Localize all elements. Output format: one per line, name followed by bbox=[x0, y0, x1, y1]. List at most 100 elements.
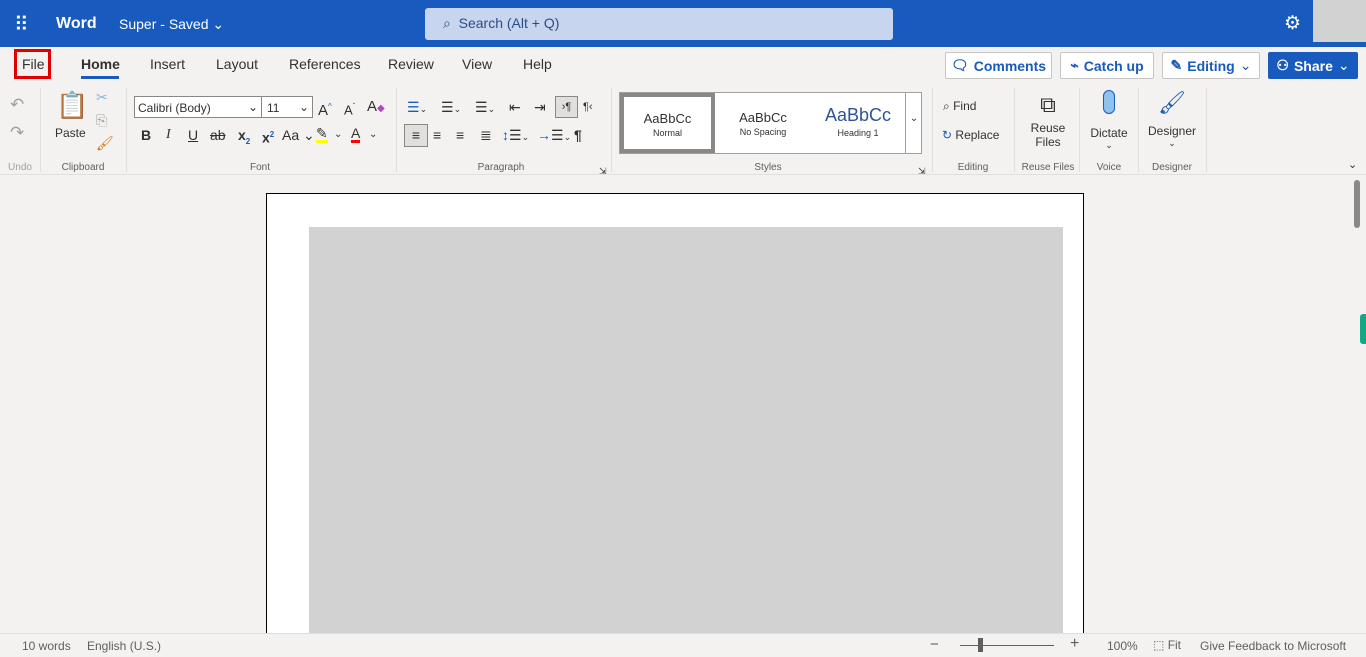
subscript-icon[interactable]: x2 bbox=[238, 126, 250, 151]
redo-icon[interactable]: ↷ bbox=[10, 124, 24, 142]
style-heading-1[interactable]: AaBbCc Heading 1 bbox=[811, 93, 905, 153]
chevron-down-icon: ⌄ bbox=[1337, 57, 1350, 73]
zoom-slider-thumb[interactable] bbox=[978, 638, 983, 652]
tab-view[interactable]: View bbox=[462, 56, 492, 72]
cut-icon[interactable]: ✂ bbox=[96, 88, 108, 106]
gear-icon[interactable]: ⚙ bbox=[1284, 12, 1301, 35]
style-normal[interactable]: AaBbCc Normal bbox=[620, 93, 715, 153]
designer-button[interactable]: 🖌 Designer ⌄ bbox=[1144, 88, 1200, 158]
change-case-button[interactable]: Aa ⌄ bbox=[282, 126, 315, 144]
zoom-slider[interactable] bbox=[960, 645, 1054, 646]
justify-icon[interactable]: ≣ bbox=[480, 126, 492, 144]
app-name[interactable]: Word bbox=[56, 15, 97, 33]
paragraph-group-label: Paragraph bbox=[477, 162, 525, 173]
align-left-icon[interactable]: ≡ bbox=[404, 124, 428, 147]
ltr-icon[interactable]: ›¶ bbox=[555, 96, 578, 118]
title-bar: ⠿ Word Super - Saved ⌄ ⌕ Search (Alt + Q… bbox=[0, 0, 1366, 47]
chevron-down-icon: ⌄ bbox=[909, 113, 919, 124]
clear-formatting-icon[interactable]: A◆ bbox=[367, 98, 385, 118]
increase-indent-icon[interactable]: ⇥ bbox=[534, 98, 546, 116]
search-input[interactable]: ⌕ Search (Alt + Q) bbox=[425, 8, 893, 40]
multilevel-list-icon[interactable]: ☰⌄ bbox=[475, 98, 495, 118]
tab-file[interactable]: File bbox=[22, 56, 45, 72]
undo-icon[interactable]: ↶ bbox=[10, 96, 24, 114]
designer-icon: 🖌 bbox=[1158, 90, 1186, 115]
chevron-down-icon[interactable]: ⌄ bbox=[334, 126, 342, 144]
rtl-icon[interactable]: ¶‹ bbox=[583, 98, 593, 116]
app-launcher-icon[interactable]: ⠿ bbox=[14, 12, 29, 37]
chevron-down-icon: ⌄ bbox=[1168, 138, 1176, 148]
language[interactable]: English (U.S.) bbox=[87, 639, 161, 653]
paste-button[interactable]: 📋 Paste bbox=[50, 88, 90, 142]
superscript-icon[interactable]: x2 bbox=[262, 126, 274, 147]
reuse-files-button[interactable]: ⧉ Reuse Files bbox=[1022, 92, 1074, 156]
zoom-in-icon[interactable]: + bbox=[1070, 635, 1079, 653]
numbering-icon[interactable]: ☰⌄ bbox=[441, 98, 461, 118]
ribbon: ↶ ↷ Undo 📋 Paste ✂ ⎘ 🖌 Clipboard Calibri… bbox=[0, 84, 1366, 176]
show-formatting-icon[interactable]: ¶ bbox=[574, 126, 582, 144]
grow-font-icon[interactable]: A^ bbox=[318, 98, 332, 120]
style-no-spacing[interactable]: AaBbCc No Spacing bbox=[715, 93, 811, 153]
voice-group-label: Voice bbox=[1096, 162, 1122, 173]
document-page[interactable] bbox=[266, 193, 1084, 634]
bullets-icon[interactable]: ☰⌄ bbox=[407, 98, 427, 118]
dialog-launcher-icon[interactable]: ⇲ bbox=[599, 162, 607, 180]
underline-icon[interactable]: U bbox=[188, 126, 198, 144]
comments-button[interactable]: 🗨 Comments bbox=[945, 52, 1052, 79]
find-button[interactable]: ⌕ Find bbox=[943, 99, 976, 114]
microphone-icon bbox=[1103, 90, 1115, 114]
vertical-scrollbar[interactable] bbox=[1354, 180, 1360, 228]
fit-button[interactable]: ⬚ Fit bbox=[1153, 638, 1181, 652]
dialog-launcher-icon[interactable]: ⇲ bbox=[918, 162, 926, 180]
doc-title: Super bbox=[119, 16, 157, 32]
tab-home[interactable]: Home bbox=[81, 56, 120, 72]
active-tab-indicator bbox=[81, 76, 119, 79]
collapse-ribbon-icon[interactable]: ⌄ bbox=[1348, 156, 1357, 174]
strikethrough-icon[interactable]: ab bbox=[210, 126, 226, 144]
status-bar: 10 words English (U.S.) − + 100% ⬚ Fit G… bbox=[0, 633, 1366, 657]
zoom-level[interactable]: 100% bbox=[1107, 639, 1138, 653]
editing-mode-button[interactable]: ✎ Editing ⌄ bbox=[1162, 52, 1260, 79]
format-painter-icon[interactable]: 🖌 bbox=[96, 134, 114, 152]
align-right-icon[interactable]: ≡ bbox=[456, 126, 464, 144]
paragraph-spacing-icon[interactable]: →☰⌄ bbox=[537, 126, 571, 146]
word-count[interactable]: 10 words bbox=[22, 639, 71, 653]
tab-references[interactable]: References bbox=[289, 56, 361, 72]
align-center-icon[interactable]: ≡ bbox=[433, 126, 441, 144]
copy-icon[interactable]: ⎘ bbox=[96, 111, 107, 129]
share-button[interactable]: ⚇ Share ⌄ bbox=[1268, 52, 1358, 79]
font-group-label: Font bbox=[249, 162, 270, 173]
chevron-down-icon[interactable]: ⌄ bbox=[369, 126, 377, 144]
dictate-button[interactable]: Dictate ⌄ bbox=[1086, 88, 1132, 158]
zoom-out-icon[interactable]: − bbox=[930, 636, 939, 653]
styles-more-button[interactable]: ⌄ bbox=[905, 93, 922, 153]
chevron-down-icon: ⌄ bbox=[212, 16, 225, 32]
font-color-icon[interactable]: A bbox=[351, 126, 361, 143]
reuse-files-icon: ⧉ bbox=[1040, 92, 1056, 117]
tab-insert[interactable]: Insert bbox=[150, 56, 185, 72]
comment-icon: 🗨 bbox=[950, 57, 969, 73]
highlight-icon[interactable]: ✎ bbox=[316, 126, 328, 143]
catch-up-button[interactable]: ⌁ Catch up bbox=[1060, 52, 1154, 79]
side-panel-handle[interactable] bbox=[1360, 314, 1366, 344]
feedback-link[interactable]: Give Feedback to Microsoft bbox=[1200, 639, 1346, 653]
clipboard-group-label: Clipboard bbox=[61, 162, 105, 173]
tab-layout[interactable]: Layout bbox=[216, 56, 258, 72]
reuse-files-group-label: Reuse Files bbox=[1021, 162, 1075, 173]
tab-help[interactable]: Help bbox=[523, 56, 552, 72]
shrink-font-icon[interactable]: Aˇ bbox=[344, 98, 355, 119]
bold-icon[interactable]: B bbox=[141, 126, 151, 144]
font-size-select[interactable]: 11 ⌄ bbox=[261, 96, 313, 118]
decrease-indent-icon[interactable]: ⇤ bbox=[509, 98, 521, 116]
font-name-select[interactable]: Calibri (Body) ⌄ bbox=[134, 96, 262, 118]
document-title-menu[interactable]: Super - Saved ⌄ bbox=[119, 16, 224, 33]
replace-button[interactable]: ↻ Replace bbox=[942, 128, 999, 142]
fit-icon: ⬚ bbox=[1153, 638, 1165, 652]
chevron-down-icon: ⌄ bbox=[298, 100, 309, 114]
line-spacing-icon[interactable]: ↕☰⌄ bbox=[502, 126, 529, 146]
italic-icon[interactable]: I bbox=[166, 126, 171, 144]
designer-group-label: Designer bbox=[1151, 162, 1193, 173]
undo-group-label: Undo bbox=[8, 162, 32, 173]
avatar[interactable] bbox=[1313, 0, 1366, 42]
tab-review[interactable]: Review bbox=[388, 56, 434, 72]
